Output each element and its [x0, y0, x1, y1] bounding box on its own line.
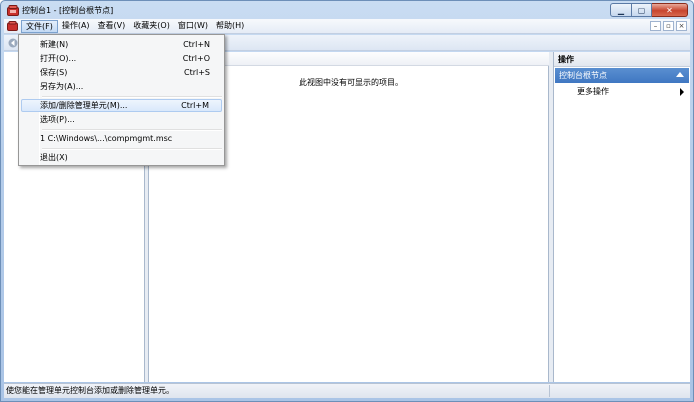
close-icon: ✕	[666, 5, 673, 15]
status-text: 使您能在管理单元控制台添加或删除管理单元。	[6, 386, 174, 395]
mmc-app-icon	[7, 5, 19, 16]
menu-item-open[interactable]: 打开(O)... Ctrl+O	[21, 52, 222, 65]
menu-item-new-shortcut: Ctrl+N	[183, 40, 210, 49]
menu-item-save-label: 保存(S)	[40, 68, 68, 77]
menu-item-open-label: 打开(O)...	[40, 54, 77, 63]
minimize-icon: ▁	[617, 5, 625, 15]
maximize-icon: ▢	[637, 5, 646, 15]
menu-item-save[interactable]: 保存(S) Ctrl+S	[21, 66, 222, 79]
menu-item-recent-file-label: 1 C:\Windows\...\compmgmt.msc	[40, 134, 173, 143]
menu-item-save-as[interactable]: 另存为(A)...	[21, 80, 222, 93]
actions-pane-title: 操作	[554, 52, 690, 67]
menu-item-options[interactable]: 选项(P)...	[21, 113, 222, 126]
menu-separator	[42, 148, 222, 150]
status-separator	[549, 385, 550, 397]
minimize-button[interactable]: ▁	[610, 3, 632, 17]
maximize-button[interactable]: ▢	[632, 3, 652, 17]
console-icon[interactable]	[7, 21, 18, 31]
menu-item-new-label: 新建(N)	[40, 40, 69, 49]
collapse-up-icon[interactable]	[676, 72, 684, 77]
actions-section-console-root[interactable]: 控制台根节点	[555, 68, 689, 83]
menu-bar: 文件(F) 操作(A) 查看(V) 收藏夹(O) 窗口(W) 帮助(H) – ▫…	[4, 19, 690, 34]
menu-item-save-shortcut: Ctrl+S	[183, 68, 210, 77]
mdi-restore-button[interactable]: ▫	[663, 21, 674, 31]
menu-item-add-remove-snapin-shortcut: Ctrl+M	[181, 101, 209, 110]
menu-window[interactable]: 窗口(W)	[174, 20, 212, 33]
menu-file[interactable]: 文件(F)	[21, 20, 58, 33]
actions-section-label: 控制台根节点	[559, 71, 607, 80]
submenu-arrow-icon	[680, 88, 684, 96]
menu-view[interactable]: 查看(V)	[94, 20, 130, 33]
file-menu-dropdown: 新建(N) Ctrl+N 打开(O)... Ctrl+O 保存(S) Ctrl+…	[18, 34, 225, 166]
status-bar: 使您能在管理单元控制台添加或删除管理单元。	[4, 383, 690, 398]
menu-separator	[42, 96, 222, 98]
menu-action[interactable]: 操作(A)	[58, 20, 94, 33]
menu-item-save-as-label: 另存为(A)...	[40, 82, 84, 91]
title-bar[interactable]: 控制台1 - [控制台根节点] ▁ ▢ ✕	[1, 1, 693, 20]
menu-item-add-remove-snapin[interactable]: 添加/删除管理单元(M)... Ctrl+M	[21, 99, 222, 112]
menu-item-open-shortcut: Ctrl+O	[182, 54, 210, 63]
window-title: 控制台1 - [控制台根节点]	[22, 6, 114, 15]
menu-separator	[42, 129, 222, 131]
window-controls: ▁ ▢ ✕	[610, 3, 688, 18]
menu-help[interactable]: 帮助(H)	[212, 20, 248, 33]
menu-favorites[interactable]: 收藏夹(O)	[129, 20, 174, 33]
menu-item-options-label: 选项(P)...	[40, 115, 75, 124]
empty-view-message: 此视图中没有可显示的项目。	[299, 78, 403, 87]
menu-item-exit[interactable]: 退出(X)	[21, 151, 222, 164]
menu-item-add-remove-snapin-label: 添加/删除管理单元(M)...	[40, 101, 128, 110]
mdi-minimize-button[interactable]: –	[650, 21, 661, 31]
mdi-close-button[interactable]: ×	[676, 21, 687, 31]
menu-item-exit-label: 退出(X)	[40, 153, 68, 162]
back-arrow-icon[interactable]	[8, 38, 18, 48]
mdi-controls: – ▫ ×	[650, 21, 687, 31]
menu-item-recent-file[interactable]: 1 C:\Windows\...\compmgmt.msc	[21, 132, 222, 145]
close-button[interactable]: ✕	[652, 3, 688, 17]
actions-pane: 操作 控制台根节点 更多操作	[553, 52, 690, 382]
menu-item-new[interactable]: 新建(N) Ctrl+N	[21, 38, 222, 51]
more-actions-label: 更多操作	[577, 87, 609, 96]
more-actions-item[interactable]: 更多操作	[555, 85, 689, 98]
